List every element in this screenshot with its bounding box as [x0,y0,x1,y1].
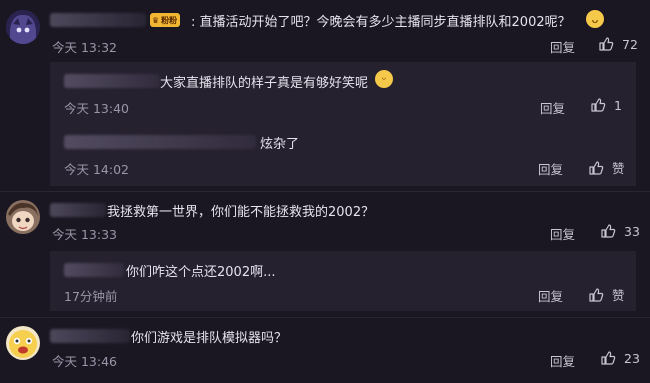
thumbs-up-icon [590,97,606,113]
thumbs-up-icon [600,350,616,366]
reply-button[interactable]: 回复 [550,37,575,56]
like-count: 23 [624,350,640,366]
fan-badge: ♛ 粉粉 [150,13,181,27]
comment-time: 今天 13:32 [52,40,117,55]
comment-text: 我拯救第一世界，你们能不能拯救我的2002？ [107,205,375,220]
thumbs-up-icon [598,36,614,52]
fan-badge-icon: ♛ [152,15,160,25]
comment-text: : 直播活动开始了吧？今晚会有多少主播同步直播排队和2002呢？ [191,15,571,30]
reply-time: 今天 13:40 [64,101,129,116]
username[interactable] [64,263,124,277]
reply-time: 17分钟前 [64,289,118,304]
like-count: 72 [622,36,638,52]
reply-text: 炫杂了 [260,137,300,152]
avatar[interactable] [6,326,40,360]
reply-thread: 大家直播排队的样子真是有够好笑呢 ᵕ 今天 13:40 回复 1 炫杂了 今天 … [50,62,636,186]
username[interactable] [50,329,130,343]
reply-text: 你们咋这个点还2002啊... [126,265,276,280]
like-button[interactable]: 33 [600,223,640,239]
divider [0,191,650,192]
reply-button[interactable]: 回复 [538,159,563,178]
reply-thread: 你们咋这个点还2002啊... 17分钟前 回复 赞 [50,251,636,311]
comment-time: 今天 13:46 [52,354,117,369]
like-count: 1 [614,97,622,113]
thumbs-up-icon [588,160,604,176]
comment-text: 你们游戏是排队模拟器吗？ [131,331,288,346]
emoji-icon: ᴗ [586,10,604,28]
reply-text: 大家直播排队的样子真是有够好笑呢 [160,76,369,91]
avatar[interactable] [6,10,40,44]
like-count: 赞 [612,161,625,176]
like-button[interactable]: 赞 [588,158,625,177]
thumbs-up-icon [588,287,604,303]
like-button[interactable]: 1 [590,97,622,113]
reply-button[interactable]: 回复 [538,286,563,305]
like-count: 33 [624,223,640,239]
reply-button[interactable]: 回复 [550,224,575,243]
avatar[interactable] [6,200,40,234]
like-count: 赞 [612,288,625,303]
comment: 我拯救第一世界，你们能不能拯救我的2002？ 今天 13:33 回复 33 [0,195,650,245]
thumbs-up-icon [600,223,616,239]
reply-button[interactable]: 回复 [550,351,575,370]
comment-time: 今天 13:33 [52,227,117,242]
reply-button[interactable]: 回复 [540,98,565,117]
username[interactable] [64,74,160,88]
reply-time: 今天 14:02 [64,162,129,177]
comment: 你们游戏是排队模拟器吗？ 今天 13:46 回复 23 [0,321,650,383]
comment: ♛ 粉粉 : 直播活动开始了吧？今晚会有多少主播同步直播排队和2002呢？ ᴗ … [0,0,650,57]
username[interactable] [50,13,146,27]
like-button[interactable]: 23 [600,350,640,366]
like-button[interactable]: 赞 [588,285,625,304]
username[interactable] [50,203,106,217]
like-button[interactable]: 72 [598,36,638,52]
username[interactable] [64,135,256,149]
emoji-icon: ᵕ [375,70,393,88]
divider [0,317,650,318]
